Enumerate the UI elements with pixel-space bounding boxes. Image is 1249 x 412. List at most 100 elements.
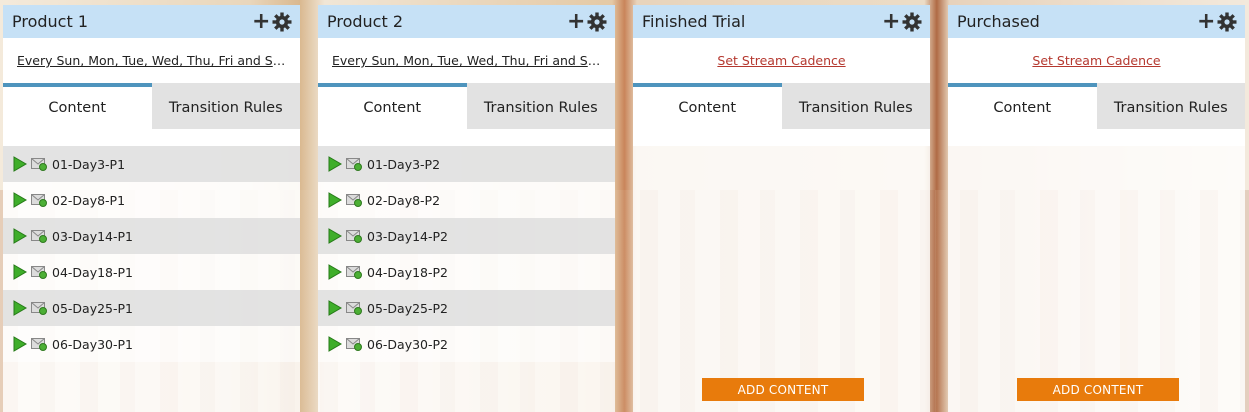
content-item-label: 01-Day3-P1 [52,156,126,172]
email-icon [346,337,362,351]
column-title: Product 1 [12,12,89,31]
content-item-label: 03-Day14-P2 [367,228,449,244]
tab-transition-rules[interactable]: Transition Rules [1096,83,1245,129]
email-icon [346,301,362,315]
play-icon[interactable] [13,336,27,352]
content-item[interactable]: 06-Day30-P2 [318,326,615,362]
content-item[interactable]: 05-Day25-P2 [318,290,615,326]
stream-column: Product 1 + Every Sun, Mon, Tue, Wed, Th… [3,5,300,412]
header-actions: + [567,10,607,32]
content-item[interactable]: 04-Day18-P2 [318,254,615,290]
cadence-bar: Every Sun, Mon, Tue, Wed, Thu, Fri and S… [318,38,615,83]
add-content-button[interactable]: ADD CONTENT [702,378,864,401]
email-icon [346,265,362,279]
email-icon [31,157,47,171]
header-actions: + [1197,10,1237,32]
plus-icon[interactable]: + [882,10,900,32]
stream-column: Product 2 + Every Sun, Mon, Tue, Wed, Th… [318,5,615,412]
plus-icon[interactable]: + [567,10,585,32]
content-item-label: 02-Day8-P1 [52,192,126,208]
play-icon[interactable] [13,228,27,244]
tab-content[interactable]: Content [633,83,782,129]
cadence-link[interactable]: Set Stream Cadence [647,53,916,68]
content-item-label: 05-Day25-P1 [52,300,134,316]
content-list: 01-Day3-P2 02-Day8-P2 03-Day14-P2 04-Day… [318,146,615,362]
tab-spacer [633,129,930,146]
stream-column: Purchased + Set Stream Cadence Content T… [948,5,1245,412]
add-content-button[interactable]: ADD CONTENT [1017,378,1179,401]
content-item-label: 04-Day18-P2 [367,264,449,280]
gear-icon[interactable] [1217,12,1237,32]
content-item[interactable]: 03-Day14-P1 [3,218,300,254]
content-item[interactable]: 05-Day25-P1 [3,290,300,326]
content-list: 01-Day3-P1 02-Day8-P1 03-Day14-P1 04-Day… [3,146,300,362]
tab-content[interactable]: Content [948,83,1097,129]
cadence-link[interactable]: Set Stream Cadence [962,53,1231,68]
header-actions: + [252,10,292,32]
content-item-label: 01-Day3-P2 [367,156,441,172]
play-icon[interactable] [13,192,27,208]
play-icon[interactable] [328,264,342,280]
email-icon [31,229,47,243]
column-header: Product 2 + [318,5,615,38]
column-title: Product 2 [327,12,404,31]
content-item[interactable]: 01-Day3-P2 [318,146,615,182]
email-icon [346,193,362,207]
gear-icon[interactable] [902,12,922,32]
play-icon[interactable] [13,156,27,172]
column-tabs: Content Transition Rules [633,83,930,129]
play-icon[interactable] [328,192,342,208]
column-tabs: Content Transition Rules [948,83,1245,129]
content-item[interactable]: 02-Day8-P1 [3,182,300,218]
tab-transition-rules[interactable]: Transition Rules [781,83,930,129]
content-item-label: 05-Day25-P2 [367,300,449,316]
tab-transition-rules[interactable]: Transition Rules [466,83,615,129]
column-header: Purchased + [948,5,1245,38]
stream-column: Finished Trial + Set Stream Cadence Cont… [633,5,930,412]
content-item-label: 06-Day30-P2 [367,336,449,352]
column-title: Finished Trial [642,12,746,31]
plus-icon[interactable]: + [1197,10,1215,32]
play-icon[interactable] [328,156,342,172]
cadence-bar: Set Stream Cadence [633,38,930,83]
cadence-link[interactable]: Every Sun, Mon, Tue, Wed, Thu, Fri and S… [17,53,286,68]
tab-spacer [318,129,615,146]
tab-content[interactable]: Content [318,83,467,129]
email-icon [31,301,47,315]
content-item-label: 04-Day18-P1 [52,264,134,280]
play-icon[interactable] [328,228,342,244]
content-item[interactable]: 02-Day8-P2 [318,182,615,218]
header-actions: + [882,10,922,32]
email-icon [31,265,47,279]
content-item[interactable]: 06-Day30-P1 [3,326,300,362]
column-tabs: Content Transition Rules [318,83,615,129]
column-header: Finished Trial + [633,5,930,38]
tab-content[interactable]: Content [3,83,152,129]
tab-spacer [3,129,300,146]
play-icon[interactable] [328,336,342,352]
content-item-label: 02-Day8-P2 [367,192,441,208]
play-icon[interactable] [13,264,27,280]
cadence-bar: Every Sun, Mon, Tue, Wed, Thu, Fri and S… [3,38,300,83]
content-item-label: 06-Day30-P1 [52,336,134,352]
cadence-bar: Set Stream Cadence [948,38,1245,83]
content-item[interactable]: 04-Day18-P1 [3,254,300,290]
column-title: Purchased [957,12,1040,31]
email-icon [346,157,362,171]
plus-icon[interactable]: + [252,10,270,32]
content-item[interactable]: 01-Day3-P1 [3,146,300,182]
gear-icon[interactable] [272,12,292,32]
play-icon[interactable] [13,300,27,316]
column-header: Product 1 + [3,5,300,38]
content-item-label: 03-Day14-P1 [52,228,134,244]
gear-icon[interactable] [587,12,607,32]
tab-transition-rules[interactable]: Transition Rules [151,83,300,129]
column-tabs: Content Transition Rules [3,83,300,129]
cadence-link[interactable]: Every Sun, Mon, Tue, Wed, Thu, Fri and S… [332,53,601,68]
email-icon [346,229,362,243]
tab-spacer [948,129,1245,146]
email-icon [31,337,47,351]
content-item[interactable]: 03-Day14-P2 [318,218,615,254]
play-icon[interactable] [328,300,342,316]
email-icon [31,193,47,207]
